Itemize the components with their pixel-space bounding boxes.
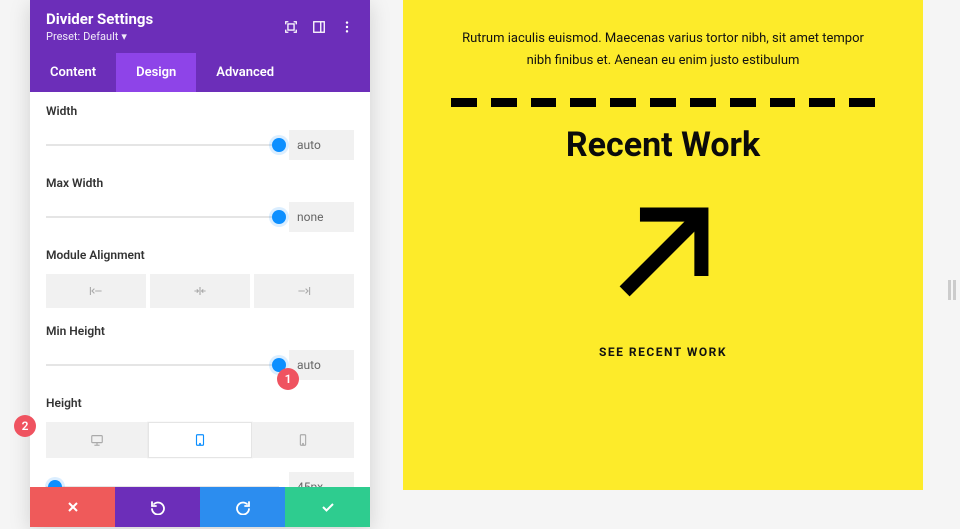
height-row: Height xyxy=(46,386,354,487)
redo-button[interactable] xyxy=(200,487,285,527)
module-alignment-label: Module Alignment xyxy=(46,248,354,262)
expand-icon[interactable] xyxy=(284,20,298,34)
panel-header: Divider Settings Preset: Default ▾ xyxy=(30,0,370,53)
min-height-input[interactable] xyxy=(289,350,354,380)
tab-content[interactable]: Content xyxy=(30,53,116,92)
tab-design[interactable]: Design xyxy=(116,53,196,92)
width-label: Width xyxy=(46,104,354,118)
annotation-badge-2: 2 xyxy=(14,415,36,437)
height-slider[interactable] xyxy=(46,486,279,487)
device-tablet-button[interactable] xyxy=(148,422,252,458)
device-phone-button[interactable] xyxy=(252,422,354,458)
panel-footer xyxy=(30,487,370,527)
align-center-button[interactable] xyxy=(150,274,250,308)
preset-value: Default xyxy=(83,30,118,43)
height-input[interactable] xyxy=(289,472,354,487)
settings-body[interactable]: Width Max Width Module Alignment xyxy=(30,92,370,487)
preview-heading: Recent Work xyxy=(566,125,760,165)
min-height-label: Min Height xyxy=(46,324,354,338)
cancel-button[interactable] xyxy=(30,487,115,527)
module-alignment-row: Module Alignment xyxy=(46,238,354,314)
width-row: Width xyxy=(46,94,354,166)
kebab-icon[interactable] xyxy=(340,20,354,34)
width-input[interactable] xyxy=(289,130,354,160)
align-left-button[interactable] xyxy=(46,274,146,308)
preview-intro-text: Rutrum iaculis euismod. Maecenas varius … xyxy=(451,28,875,72)
align-right-button[interactable] xyxy=(254,274,354,308)
max-width-row: Max Width xyxy=(46,166,354,238)
resize-handle[interactable] xyxy=(948,280,956,300)
device-desktop-button[interactable] xyxy=(46,422,148,458)
width-slider[interactable] xyxy=(46,144,279,146)
preview-link[interactable]: SEE RECENT WORK xyxy=(599,345,727,359)
max-width-slider[interactable] xyxy=(46,216,279,218)
preset-label: Preset: xyxy=(46,30,80,43)
height-label: Height xyxy=(46,396,354,410)
min-height-row: Min Height xyxy=(46,314,354,386)
settings-panel: Divider Settings Preset: Default ▾ Conte… xyxy=(30,0,370,527)
arrow-icon xyxy=(599,189,727,317)
panel-preset[interactable]: Preset: Default ▾ xyxy=(46,30,153,43)
panel-tabs: Content Design Advanced xyxy=(30,53,370,92)
max-width-input[interactable] xyxy=(289,202,354,232)
min-height-slider[interactable] xyxy=(46,364,279,366)
panel-title-block: Divider Settings Preset: Default ▾ xyxy=(46,10,153,43)
undo-button[interactable] xyxy=(115,487,200,527)
preview-canvas: Rutrum iaculis euismod. Maecenas varius … xyxy=(403,0,923,490)
confirm-button[interactable] xyxy=(285,487,370,527)
max-width-label: Max Width xyxy=(46,176,354,190)
annotation-badge-1: 1 xyxy=(277,368,299,390)
caret-down-icon: ▾ xyxy=(121,30,127,43)
dock-icon[interactable] xyxy=(312,20,326,34)
tab-advanced[interactable]: Advanced xyxy=(196,53,294,92)
panel-title: Divider Settings xyxy=(46,10,153,28)
dashed-divider xyxy=(451,98,875,107)
